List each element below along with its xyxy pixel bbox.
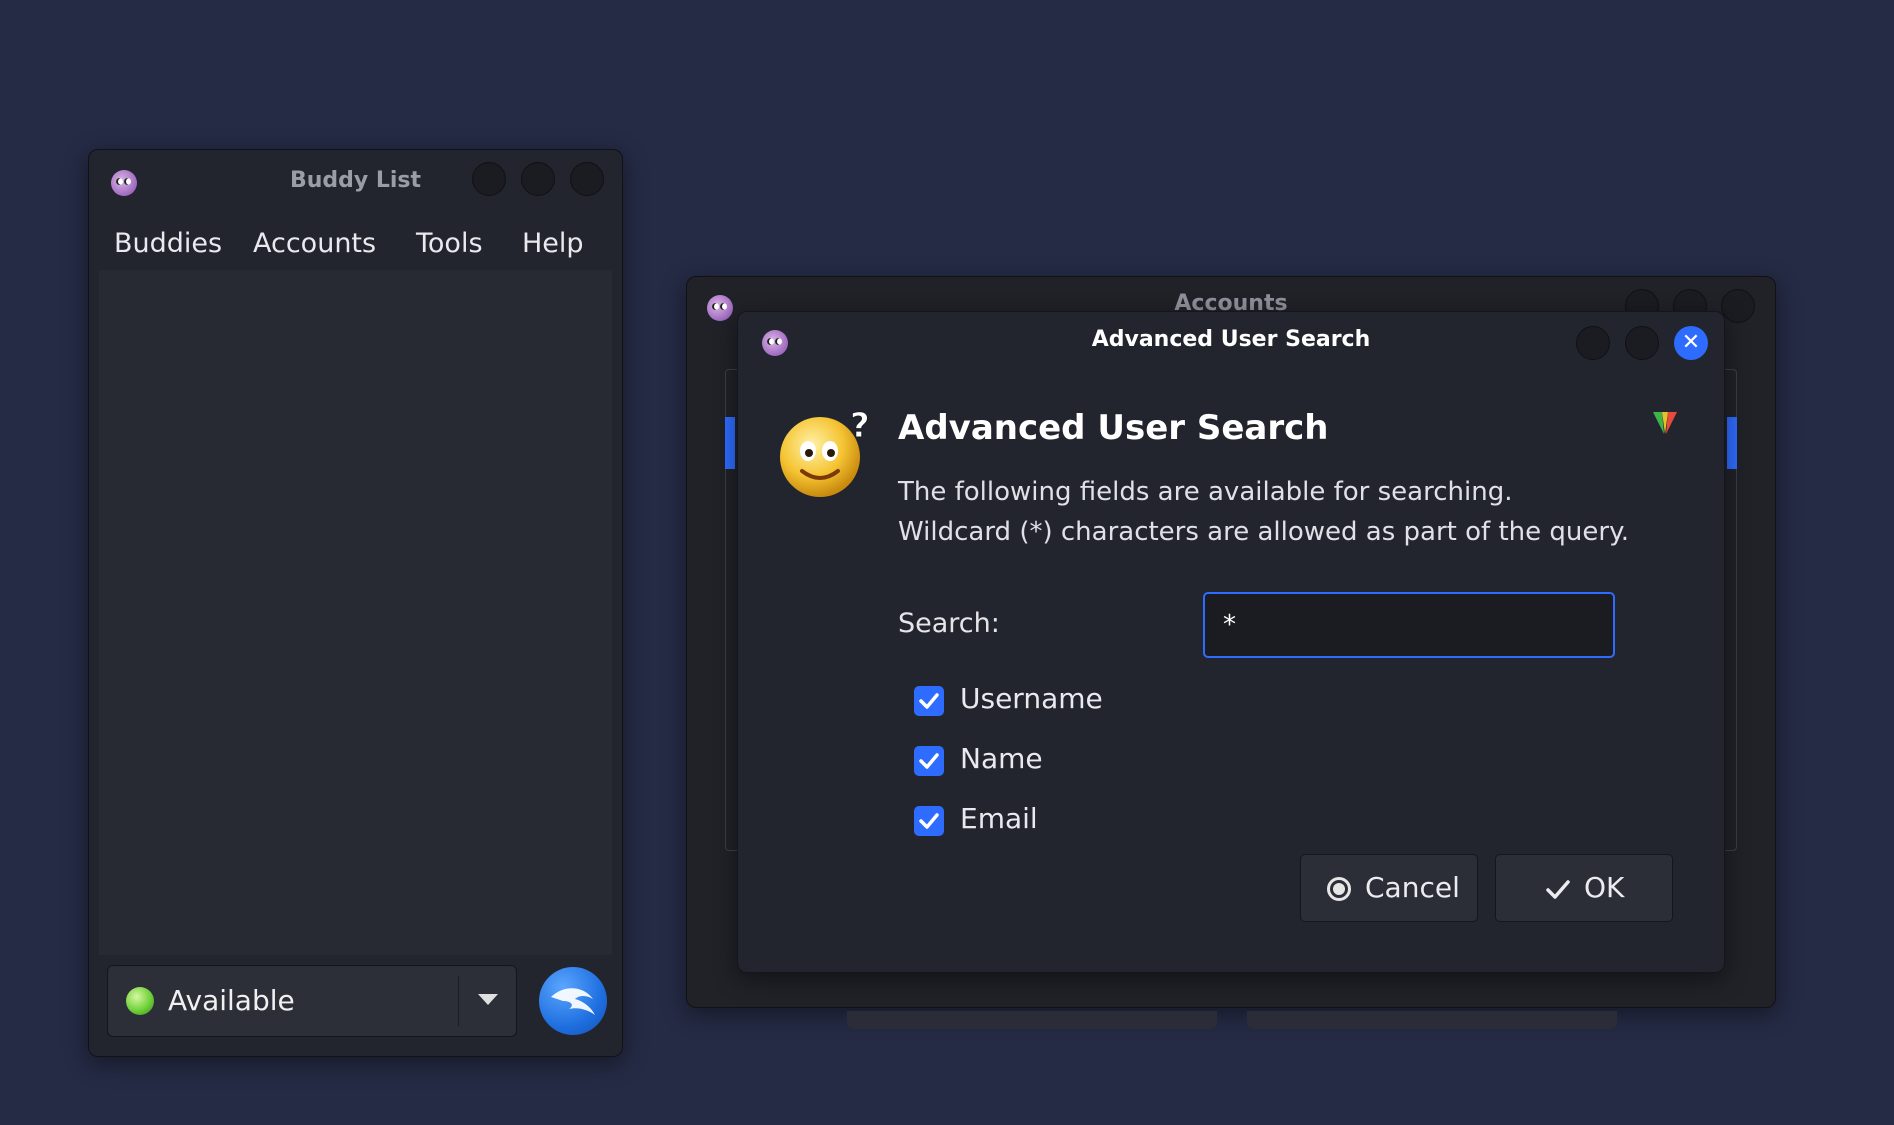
menu-accounts[interactable]: Accounts xyxy=(253,228,376,259)
checkmark-icon xyxy=(1546,880,1570,899)
email-checkbox[interactable] xyxy=(914,806,944,836)
menu-tools[interactable]: Tools xyxy=(416,228,483,259)
cancel-button[interactable]: Cancel xyxy=(1300,854,1478,922)
description-line-2: Wildcard (*) characters are allowed as p… xyxy=(898,517,1630,547)
accounts-button-strip xyxy=(847,1011,1217,1029)
close-icon[interactable]: ✕ xyxy=(1674,326,1708,360)
maximize-button[interactable] xyxy=(521,162,555,196)
dialog-maximize-button[interactable] xyxy=(1625,326,1659,360)
name-checkbox[interactable] xyxy=(914,746,944,776)
smiley-question-icon: ? xyxy=(778,406,870,497)
close-button[interactable] xyxy=(570,162,604,196)
accounts-close-button[interactable] xyxy=(1721,289,1755,323)
status-available-icon xyxy=(126,987,154,1015)
search-label: Search: xyxy=(898,608,1000,639)
search-input[interactable] xyxy=(1203,592,1615,658)
name-label: Name xyxy=(960,742,1043,775)
status-divider xyxy=(458,976,459,1026)
email-label: Email xyxy=(960,802,1038,835)
accounts-scroll-indicator-left xyxy=(725,417,735,469)
status-selector[interactable]: Available xyxy=(107,965,517,1037)
chevron-down-icon[interactable] xyxy=(478,994,498,1005)
dialog-heading: Advanced User Search xyxy=(898,408,1329,448)
ok-button[interactable]: OK xyxy=(1495,854,1673,922)
description-line-1: The following fields are available for s… xyxy=(898,477,1513,507)
kali-dragon-icon[interactable] xyxy=(539,967,607,1035)
cancel-button-label: Cancel xyxy=(1365,871,1460,904)
status-label: Available xyxy=(168,984,295,1017)
svg-text:?: ? xyxy=(850,407,870,446)
menu-buddies[interactable]: Buddies xyxy=(114,228,222,259)
accounts-button-strip xyxy=(1247,1011,1617,1029)
username-checkbox[interactable] xyxy=(914,686,944,716)
accounts-scroll-indicator-right xyxy=(1727,417,1737,469)
dialog-description: The following fields are available for s… xyxy=(898,472,1629,552)
dialog-minimize-button[interactable] xyxy=(1576,326,1610,360)
advanced-user-search-dialog: Advanced User Search ✕ ? Advanced User S… xyxy=(737,311,1725,973)
minimize-button[interactable] xyxy=(472,162,506,196)
protocol-icon xyxy=(1653,412,1677,434)
ok-button-label: OK xyxy=(1584,871,1625,904)
buddy-list-window: Buddy List Buddies Accounts Tools Help A… xyxy=(88,149,623,1057)
buddy-list-area[interactable] xyxy=(99,270,612,955)
menu-help[interactable]: Help xyxy=(522,228,584,259)
username-label: Username xyxy=(960,682,1103,715)
cancel-icon xyxy=(1327,877,1351,901)
